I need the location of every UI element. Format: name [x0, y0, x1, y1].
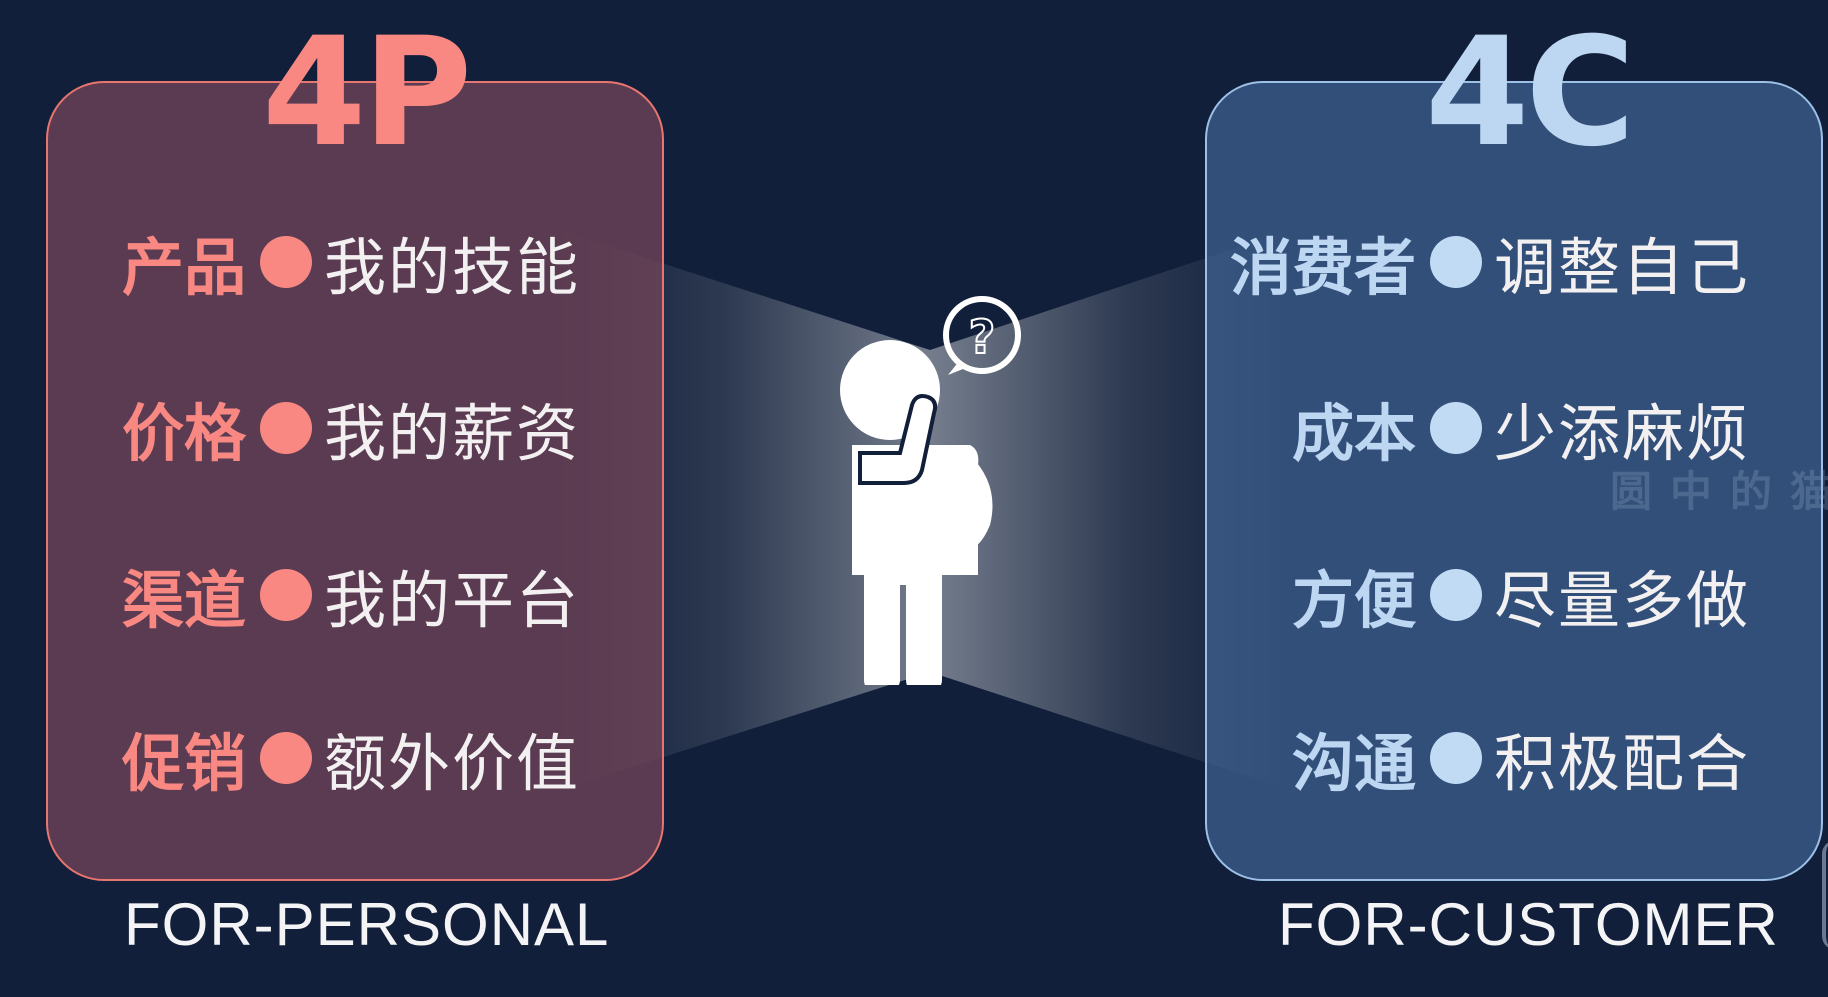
bullet-dot-icon	[1429, 732, 1482, 784]
right-row-key: 方便	[1291, 564, 1416, 637]
right-row-communication: 沟通 积极配合	[1292, 718, 1750, 800]
question-mark: ?	[969, 310, 996, 364]
right-title: 4C	[1425, 6, 1635, 180]
right-subtitle: FOR-CUSTOMER	[1278, 891, 1779, 958]
left-row-key: 价格	[122, 397, 247, 470]
bullet-dot-icon	[1429, 569, 1482, 621]
bullet-dot-icon	[260, 402, 313, 454]
bullet-dot-icon	[260, 569, 313, 621]
edge-decoration	[1822, 840, 1828, 950]
left-row-value: 我的薪资	[324, 397, 581, 470]
right-row-value: 调整自己	[1493, 231, 1750, 304]
right-row-cost: 成本 少添麻烦	[1292, 388, 1750, 470]
question-bubble-icon: ?	[943, 296, 1021, 375]
right-row-key: 消费者	[1229, 231, 1416, 304]
left-row-channel: 渠道 我的平台	[122, 555, 580, 637]
left-row-key: 产品	[122, 231, 247, 304]
bullet-dot-icon	[1429, 402, 1482, 454]
bullet-dot-icon	[1429, 236, 1482, 288]
left-title: 4P	[262, 6, 472, 180]
left-row-value: 额外价值	[324, 727, 581, 800]
left-row-price: 价格 我的薪资	[122, 388, 580, 470]
bullet-dot-icon	[260, 732, 313, 784]
right-row-consumer: 消费者 调整自己	[1230, 222, 1750, 304]
right-row-key: 沟通	[1291, 727, 1416, 800]
right-row-value: 积极配合	[1493, 727, 1750, 800]
right-row-value: 尽量多做	[1493, 564, 1750, 637]
bullet-dot-icon	[260, 236, 313, 288]
diagram-canvas: 4P 产品 我的技能 价格 我的薪资 渠道 我的平台 促销 额外价值 FOR-P…	[0, 0, 1828, 997]
thinking-person-icon: ?	[840, 296, 1021, 685]
left-row-product: 产品 我的技能	[122, 222, 580, 304]
watermark-text: 圆中的猫	[1610, 467, 1828, 516]
left-subtitle: FOR-PERSONAL	[124, 891, 610, 958]
right-row-key: 成本	[1291, 397, 1416, 470]
left-row-value: 我的平台	[324, 564, 581, 637]
left-row-key: 促销	[122, 727, 247, 800]
left-row-key: 渠道	[122, 564, 247, 637]
left-row-promotion: 促销 额外价值	[122, 718, 580, 800]
right-row-convenience: 方便 尽量多做	[1292, 555, 1750, 637]
left-row-value: 我的技能	[324, 231, 581, 304]
